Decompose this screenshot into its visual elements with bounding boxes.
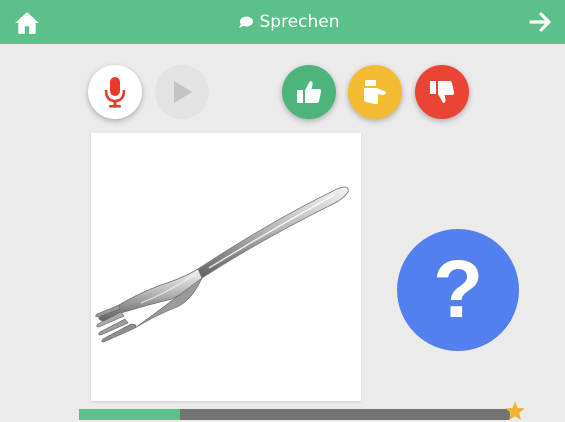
help-button[interactable]: ? xyxy=(397,229,519,351)
progress-fill xyxy=(79,409,181,420)
fork-image xyxy=(95,186,349,343)
thumbs-up-icon xyxy=(297,81,322,103)
page-title: Sprechen xyxy=(239,12,340,32)
rate-bad-button[interactable] xyxy=(415,65,469,119)
speech-bubble-icon xyxy=(239,16,254,28)
page-title-text: Sprechen xyxy=(259,12,340,32)
record-button[interactable] xyxy=(88,65,142,119)
thumb-sideways-icon xyxy=(364,80,386,105)
progress-bar xyxy=(79,409,510,420)
arrow-right-icon[interactable] xyxy=(529,10,553,34)
thumbs-down-icon xyxy=(430,81,455,103)
play-icon xyxy=(174,81,192,103)
rate-good-button[interactable] xyxy=(282,65,336,119)
rate-ok-button[interactable] xyxy=(348,65,402,119)
play-button[interactable] xyxy=(155,65,209,119)
microphone-icon xyxy=(104,77,126,108)
picture-card xyxy=(91,133,361,401)
top-bar: Sprechen xyxy=(0,0,565,44)
star-icon xyxy=(505,401,525,420)
home-icon[interactable] xyxy=(14,10,40,36)
